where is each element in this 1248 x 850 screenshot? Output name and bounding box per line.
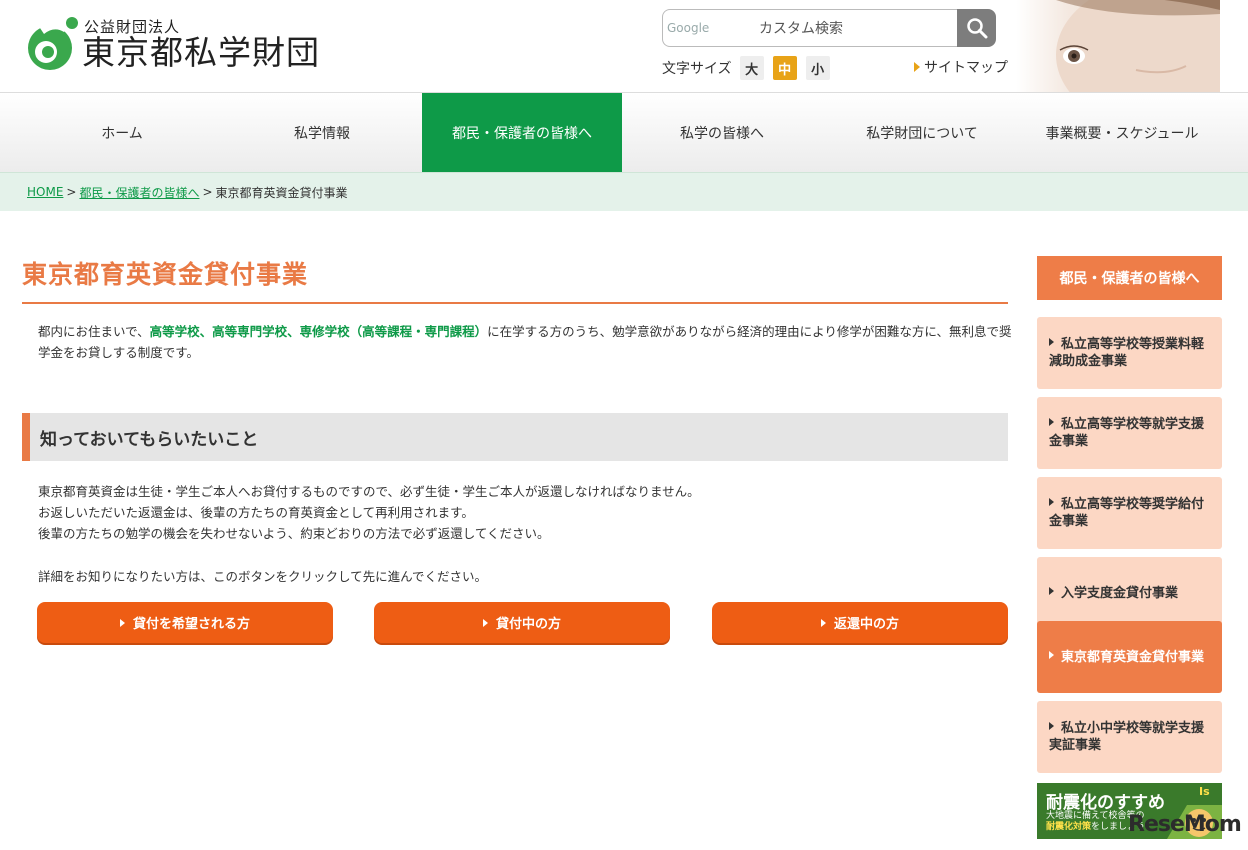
global-nav: ホーム 私学情報 都民・保護者の皆様へ 私学の皆様へ 私学財団について 事業概要… [0, 92, 1248, 172]
banner-title: 耐震化のすすめ [1046, 793, 1165, 813]
sidebar-item-tuition-reduction[interactable]: 私立高等学校等授業料軽減助成金事業 [1037, 317, 1222, 389]
site-header: 公益財団法人 東京都私学財団 Google 文字サイズ 大 中 小 サイトマップ [0, 0, 1248, 92]
breadcrumb-parent-link[interactable]: 都民・保護者の皆様へ [79, 184, 199, 201]
logo-title: 東京都私学財団 [82, 33, 320, 72]
loan-applicant-button[interactable]: 貸付を希望される方 [37, 602, 333, 643]
sidebar-heading: 都民・保護者の皆様へ [1037, 256, 1222, 300]
button-label: 貸付中の方 [495, 617, 561, 632]
repaying-button[interactable]: 返還中の方 [712, 602, 1008, 643]
child-face-image [1056, 0, 1220, 92]
sidebar-item-label: 東京都育英資金貸付事業 [1061, 649, 1205, 665]
breadcrumb-separator: > [66, 185, 77, 199]
site-logo[interactable]: 公益財団法人 東京都私学財団 [20, 12, 340, 76]
triangle-right-icon [1049, 650, 1054, 659]
section-body: 東京都育英資金は生徒・学生ご本人へお貸付するものですので、必ず生徒・学生ご本人が… [38, 481, 1008, 544]
triangle-right-icon [482, 618, 488, 627]
search-button[interactable] [957, 9, 996, 47]
google-label: Google [667, 21, 710, 35]
nav-item-citizens-parents[interactable]: 都民・保護者の皆様へ [422, 93, 622, 172]
sitemap-label: サイトマップ [924, 60, 1008, 76]
font-size-medium-button[interactable]: 中 [772, 56, 797, 80]
intro-highlight: 高等学校、高等専門学校、専修学校（高等課程・専門課程） [149, 324, 488, 339]
nav-item-home[interactable]: ホーム [22, 93, 222, 172]
sidebar: 都民・保護者の皆様へ 私立高等学校等授業料軽減助成金事業 私立高等学校等就学支援… [1037, 256, 1222, 839]
body-line: 後輩の方たちの勉学の機会を失わせないよう、約束どおりの方法で必ず返還してください… [38, 526, 550, 541]
sidebar-item-label: 私立小中学校等就学支援実証事業 [1049, 721, 1205, 753]
nav-item-private-school-info[interactable]: 私学情報 [222, 93, 422, 172]
nav-item-private-schools[interactable]: 私学の皆様へ [622, 93, 822, 172]
sidebar-item-label: 私立高等学校等就学支援金事業 [1049, 417, 1205, 449]
breadcrumb: HOME > 都民・保護者の皆様へ > 東京都育英資金貸付事業 [0, 172, 1248, 211]
foundation-logo-icon [28, 17, 78, 70]
header-child-photo [1016, 0, 1220, 92]
watermark-text: ReseMom [1128, 812, 1242, 837]
triangle-right-icon [119, 618, 125, 627]
nav-item-overview-schedule[interactable]: 事業概要・スケジュール [1022, 93, 1222, 172]
font-size-label: 文字サイズ [662, 61, 732, 77]
breadcrumb-current: 東京都育英資金貸付事業 [215, 185, 348, 200]
detail-instruction: 詳細をお知りになりたい方は、このボタンをクリックして先に進んでください。 [38, 569, 488, 584]
triangle-right-icon [1049, 586, 1054, 595]
site-search: Google [662, 9, 996, 47]
search-input[interactable] [759, 17, 949, 41]
button-label: 返還中の方 [833, 617, 899, 632]
banner-badge: Is [1199, 785, 1210, 798]
section-heading: 知っておいてもらいたいこと [22, 413, 1008, 461]
triangle-right-icon [1049, 338, 1054, 346]
intro-text: 都内にお住まいで、高等学校、高等専門学校、専修学校（高等課程・専門課程）に在学す… [38, 321, 1023, 363]
font-size-switcher: 文字サイズ 大 中 小 [662, 55, 839, 81]
triangle-right-icon [1049, 498, 1054, 506]
sidebar-item-scholarship-grant[interactable]: 私立高等学校等奨学給付金事業 [1037, 477, 1222, 549]
intro-text-start: 都内にお住まいで、 [38, 324, 150, 339]
search-icon [966, 18, 987, 39]
body-line: お返しいただいた返還金は、後輩の方たちの育英資金として再利用されます。 [38, 505, 474, 520]
action-buttons: 貸付を希望される方 貸付中の方 返還中の方 [37, 602, 1008, 643]
sidebar-item-enrollment-support[interactable]: 私立高等学校等就学支援金事業 [1037, 397, 1222, 469]
font-size-large-button[interactable]: 大 [739, 56, 764, 80]
search-box: Google [662, 9, 958, 47]
sidebar-item-label: 入学支度金貸付事業 [1061, 585, 1179, 601]
sitemap-link[interactable]: サイトマップ [914, 57, 1008, 77]
body-line: 東京都育英資金は生徒・学生ご本人へお貸付するものですので、必ず生徒・学生ご本人が… [38, 484, 700, 499]
page-title: 東京都育英資金貸付事業 [22, 255, 1008, 304]
triangle-right-icon [1049, 722, 1054, 730]
sidebar-item-label: 私立高等学校等授業料軽減助成金事業 [1049, 337, 1205, 369]
nav-item-about-foundation[interactable]: 私学財団について [822, 93, 1022, 172]
triangle-right-icon [914, 62, 920, 72]
font-size-small-button[interactable]: 小 [805, 56, 830, 80]
currently-borrowing-button[interactable]: 貸付中の方 [374, 602, 670, 643]
sidebar-item-elementary-support[interactable]: 私立小中学校等就学支援実証事業 [1037, 701, 1222, 773]
sidebar-item-label: 私立高等学校等奨学給付金事業 [1049, 497, 1205, 529]
sidebar-item-ikuei-loan[interactable]: 東京都育英資金貸付事業 [1037, 621, 1222, 693]
breadcrumb-home-link[interactable]: HOME [27, 185, 63, 199]
triangle-right-icon [1049, 418, 1054, 426]
triangle-right-icon [820, 618, 826, 627]
sidebar-item-admission-loan[interactable]: 入学支度金貸付事業 [1037, 557, 1222, 629]
banner-highlight: 耐震化対策 [1046, 822, 1092, 832]
breadcrumb-separator: > [202, 185, 213, 199]
button-label: 貸付を希望される方 [132, 617, 250, 632]
